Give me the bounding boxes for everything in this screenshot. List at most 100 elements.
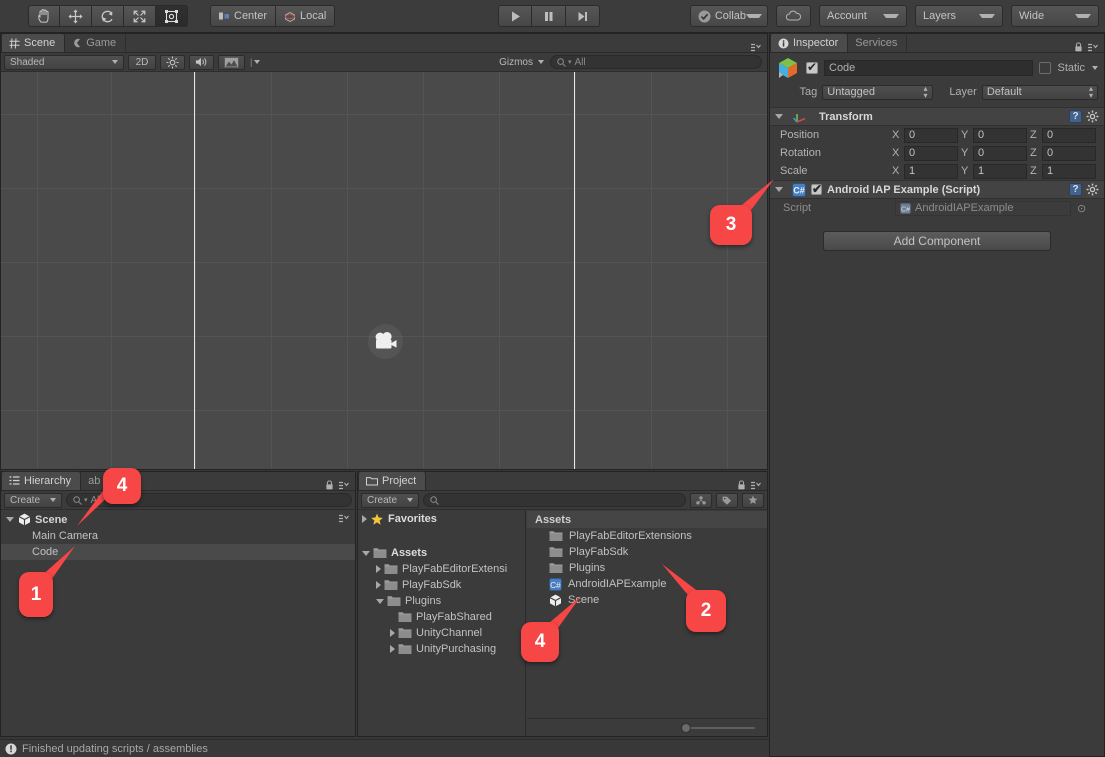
hierarchy-scene-root[interactable]: Scene	[1, 511, 355, 528]
axis-z-input[interactable]: 0	[1042, 128, 1096, 143]
chevron-right-icon[interactable]	[390, 629, 395, 637]
scene-audio-button[interactable]	[189, 55, 214, 70]
project-tree-row[interactable]: UnityChannel	[358, 625, 525, 641]
tab-scene[interactable]: Scene	[1, 33, 65, 52]
project-tree-row[interactable]: PlayFabEditorExtensi	[358, 561, 525, 577]
project-asset-row[interactable]: PlayFabEditorExtensions	[527, 528, 767, 544]
pause-button[interactable]	[532, 5, 566, 27]
project-tree-row[interactable]: UnityPurchasing	[358, 641, 525, 657]
project-tree-row[interactable]: Favorites	[358, 511, 525, 527]
hierarchy-item-main-camera[interactable]: Main Camera	[1, 528, 355, 544]
scene-viewport[interactable]	[1, 72, 767, 469]
project-tree-row[interactable]: Assets	[358, 545, 525, 561]
chevron-down-icon[interactable]	[6, 517, 14, 522]
tab-inspector[interactable]: Inspector	[770, 33, 848, 52]
object-picker-icon[interactable]: ⊙	[1077, 202, 1086, 215]
chevron-down-icon[interactable]	[362, 551, 370, 556]
chevron-right-icon[interactable]	[376, 565, 381, 573]
filter-by-label-button[interactable]	[716, 493, 738, 508]
chevron-right-icon[interactable]	[376, 581, 381, 589]
script-object-field[interactable]: C# AndroidIAPExample	[895, 201, 1071, 216]
hand-tool-button[interactable]	[28, 5, 60, 27]
gear-icon[interactable]	[1086, 183, 1099, 196]
main-camera-gizmo[interactable]	[368, 324, 403, 359]
project-create-button[interactable]: Create	[361, 493, 419, 508]
axis-y-input[interactable]: 0	[973, 128, 1027, 143]
collab-button[interactable]: Collab	[690, 5, 768, 27]
filter-by-type-button[interactable]	[690, 493, 712, 508]
transform-component-header[interactable]: Transform ?	[770, 107, 1104, 126]
project-tree-row[interactable]: Plugins	[358, 593, 525, 609]
tab-project[interactable]: Project	[358, 471, 426, 490]
shading-mode-dropdown[interactable]: Shaded	[4, 55, 124, 70]
scene-fx-dropdown[interactable]: |	[249, 55, 261, 70]
project-zoom-slider[interactable]	[685, 723, 755, 733]
project-asset-row[interactable]: PlayFabSdk	[527, 544, 767, 560]
script-component-header[interactable]: C# Android IAP Example (Script) ?	[770, 180, 1104, 199]
status-bar[interactable]: Finished updating scripts / assemblies	[0, 739, 769, 757]
axis-y-input[interactable]: 0	[973, 146, 1027, 161]
tab-hierarchy[interactable]: Hierarchy	[1, 471, 81, 490]
scene-search-input[interactable]: ▾ All	[550, 55, 762, 69]
chevron-down-icon[interactable]	[1092, 66, 1098, 70]
layer-dropdown[interactable]: Default ▴▾	[982, 85, 1098, 100]
axis-x-input[interactable]: 0	[904, 128, 958, 143]
chevron-right-icon[interactable]	[362, 515, 367, 523]
panel-menu-icon[interactable]	[751, 43, 762, 52]
scene-lighting-button[interactable]	[160, 55, 185, 70]
scene-fx-button[interactable]	[218, 55, 245, 70]
type-filter-icon	[696, 495, 706, 506]
cloud-button[interactable]	[776, 5, 811, 27]
chevron-right-icon[interactable]	[390, 645, 395, 653]
vector3-field: X0Y0Z0	[892, 128, 1104, 143]
gameobject-active-checkbox[interactable]	[806, 62, 818, 74]
search-filter-caret: ▾	[568, 58, 572, 66]
pivot-mode-button[interactable]: Center	[210, 5, 276, 27]
scale-tool-button[interactable]	[124, 5, 156, 27]
project-search-input[interactable]	[423, 493, 686, 507]
panel-menu-icon[interactable]	[1088, 43, 1099, 52]
tab-game[interactable]: Game	[65, 33, 126, 52]
slider-thumb[interactable]	[681, 723, 691, 733]
move-tool-button[interactable]	[60, 5, 92, 27]
help-icon[interactable]: ?	[1069, 110, 1082, 123]
tab-services[interactable]: Services	[848, 33, 907, 52]
project-tree-row[interactable]: PlayFabShared	[358, 609, 525, 625]
scale-icon	[132, 9, 147, 24]
gameobject-name-input[interactable]: Code	[824, 60, 1033, 76]
panel-menu-icon[interactable]	[339, 481, 350, 490]
chevron-down-icon[interactable]	[376, 599, 384, 604]
chevron-down-icon[interactable]	[775, 114, 783, 119]
toggle-2d-button[interactable]: 2D	[128, 55, 156, 70]
layout-button[interactable]: Wide	[1011, 5, 1099, 27]
csharp-script-icon: C#	[792, 183, 806, 197]
rect-tool-button[interactable]	[156, 5, 188, 27]
rotate-tool-button[interactable]	[92, 5, 124, 27]
tag-label: Tag	[776, 86, 817, 98]
axis-x-input[interactable]: 1	[904, 164, 958, 179]
add-component-button[interactable]: Add Component	[823, 231, 1051, 251]
space-mode-button[interactable]: Local	[276, 5, 335, 27]
axis-x-input[interactable]: 0	[904, 146, 958, 161]
play-button[interactable]	[498, 5, 532, 27]
gizmos-dropdown[interactable]: Gizmos	[494, 55, 546, 70]
static-checkbox[interactable]	[1039, 62, 1051, 74]
axis-y-input[interactable]: 1	[973, 164, 1027, 179]
gear-icon[interactable]	[1086, 110, 1099, 123]
scene-context-menu-icon[interactable]	[339, 514, 350, 523]
axis-z-input[interactable]: 1	[1042, 164, 1096, 179]
filter-by-favorite-button[interactable]	[742, 493, 764, 508]
layers-button[interactable]: Layers	[915, 5, 1003, 27]
help-icon[interactable]: ?	[1069, 183, 1082, 196]
lock-icon[interactable]	[1074, 42, 1083, 52]
tag-dropdown[interactable]: Untagged ▴▾	[822, 85, 932, 100]
hierarchy-create-button[interactable]: Create	[4, 493, 62, 508]
account-button[interactable]: Account	[819, 5, 907, 27]
script-enabled-checkbox[interactable]	[811, 184, 822, 195]
lock-icon[interactable]	[737, 480, 746, 490]
panel-menu-icon[interactable]	[751, 481, 762, 490]
step-button[interactable]	[566, 5, 600, 27]
project-tree-row[interactable]: PlayFabSdk	[358, 577, 525, 593]
lock-icon[interactable]	[325, 480, 334, 490]
axis-z-input[interactable]: 0	[1042, 146, 1096, 161]
